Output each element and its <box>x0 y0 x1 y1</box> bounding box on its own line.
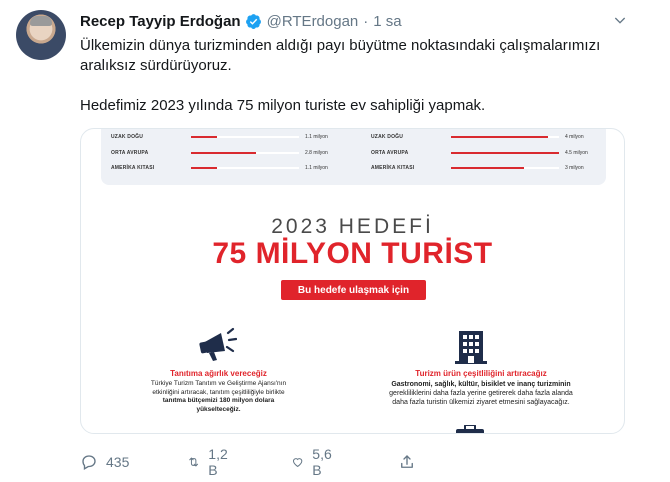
diversity-title: Turizm ürün çeşitliliğini artıracağız <box>415 369 547 378</box>
bar-row: ORTA AVRUPA 2.8 milyon <box>111 147 328 159</box>
bar-value: 2.8 milyon <box>305 150 328 156</box>
promotion-title: Tanıtıma ağırlık vereceğiz <box>170 369 267 378</box>
diversity-body: Gastronomi, sağlık, kültür, bisiklet ve … <box>351 380 611 407</box>
bar-row: ORTA AVRUPA 4.5 milyon <box>371 147 588 159</box>
bar-label: AMERİKA KITASI <box>111 165 155 171</box>
diversity-body-line: daha fazla turistin ülkemizi ziyaret etm… <box>392 399 570 406</box>
verified-badge-icon <box>245 13 261 29</box>
avatar[interactable] <box>16 10 66 60</box>
diversity-body-line: Gastronomi, sağlık, kültür, bisiklet ve … <box>391 381 571 388</box>
retweet-icon <box>189 457 199 467</box>
reply-button[interactable]: 435 <box>80 453 129 471</box>
chevron-down-icon[interactable] <box>612 12 628 28</box>
tweet-text-line: aralıksız sürdürüyoruz. <box>80 57 232 74</box>
bar-fill <box>191 152 256 154</box>
tweet-text-line: Ülkemizin dünya turizminden aldığı payı … <box>80 37 601 54</box>
bar-label: ORTA AVRUPA <box>371 150 409 156</box>
author-name[interactable]: Recep Tayyip Erdoğan <box>80 13 241 30</box>
tweet-text-line: Hedefimiz 2023 yılında 75 milyon turiste… <box>80 97 486 114</box>
promotion-body-line: etkinliğini artıracak, tanıtım çeşitlili… <box>152 388 285 396</box>
reply-count: 435 <box>106 454 130 470</box>
like-count: 5,6 B <box>312 446 332 478</box>
building-icon <box>455 331 487 364</box>
promotion-body-line: tanıtma bütçemizi 180 milyon dolara <box>162 397 275 404</box>
suitcase-icon <box>456 425 484 433</box>
media-card[interactable]: UZAK DOĞU 1.1 milyon ORTA AVRUPA 2.8 mil… <box>80 128 625 434</box>
bar-value: 1.1 milyon <box>305 165 328 171</box>
bar-fill <box>451 152 559 154</box>
retweet-button[interactable]: 1,2 B <box>187 446 232 478</box>
heart-icon <box>292 458 303 468</box>
megaphone-icon <box>199 327 237 361</box>
separator-dot: · <box>363 12 369 30</box>
bar-value: 1.1 milyon <box>305 134 328 140</box>
bar-row: UZAK DOĞU 4 milyon <box>371 131 584 143</box>
infographic-big-title: 75 MİLYON TURİST <box>212 237 493 270</box>
timestamp[interactable]: 1 sa <box>373 13 401 30</box>
like-button[interactable]: 5,6 B <box>291 446 336 478</box>
promotion-body: Türkiye Turizm Tanıtım ve Geliştirme Aja… <box>111 380 326 414</box>
promotion-body-line: Türkiye Turizm Tanıtım ve Geliştirme Aja… <box>150 380 287 387</box>
retweet-count: 1,2 B <box>208 446 228 478</box>
bar-value: 3 milyon <box>565 165 584 171</box>
promotion-body-line: yükselteceğiz. <box>196 405 241 413</box>
bar-value: 4.5 milyon <box>565 150 588 156</box>
avatar-hair <box>30 16 52 26</box>
bar-fill <box>191 136 217 138</box>
author-handle[interactable]: @RTErdogan <box>267 13 359 30</box>
bar-row: AMERİKA KITASI 1.1 milyon <box>111 162 328 174</box>
promotion-column: Tanıtıma ağırlık vereceğiz Türkiye Turiz… <box>111 369 326 414</box>
bar-fill <box>451 136 549 138</box>
bar-label: AMERİKA KITASI <box>371 165 415 171</box>
bar-fill <box>451 167 525 169</box>
bar-value: 4 milyon <box>565 134 584 140</box>
tourist-bars-panel: UZAK DOĞU 1.1 milyon ORTA AVRUPA 2.8 mil… <box>101 129 606 185</box>
share-icon <box>401 455 413 468</box>
bar-row: AMERİKA KITASI 3 milyon <box>371 162 584 174</box>
tweet: Recep Tayyip Erdoğan @RTErdogan · 1 sa Ü… <box>0 0 670 482</box>
share-button[interactable] <box>398 453 416 471</box>
tweet-header: Recep Tayyip Erdoğan @RTErdogan · 1 sa <box>80 10 402 32</box>
bar-row: UZAK DOĞU 1.1 milyon <box>111 131 328 143</box>
bar-fill <box>191 167 217 169</box>
bar-label: UZAK DOĞU <box>371 134 404 140</box>
diversity-body-line: gerekliliklerini daha fazla yerine getir… <box>389 390 573 397</box>
tweet-text: Ülkemizin dünya turizminden aldığı payı … <box>80 36 640 116</box>
reply-icon <box>82 455 96 470</box>
infographic-heading: 2023 HEDEFİ <box>271 215 434 238</box>
bar-label: UZAK DOĞU <box>111 134 144 140</box>
goal-banner: Bu hedefe ulaşmak için <box>281 280 426 300</box>
bar-label: ORTA AVRUPA <box>111 150 149 156</box>
diversity-column: Turizm ürün çeşitliliğini artıracağız Ga… <box>351 369 611 407</box>
